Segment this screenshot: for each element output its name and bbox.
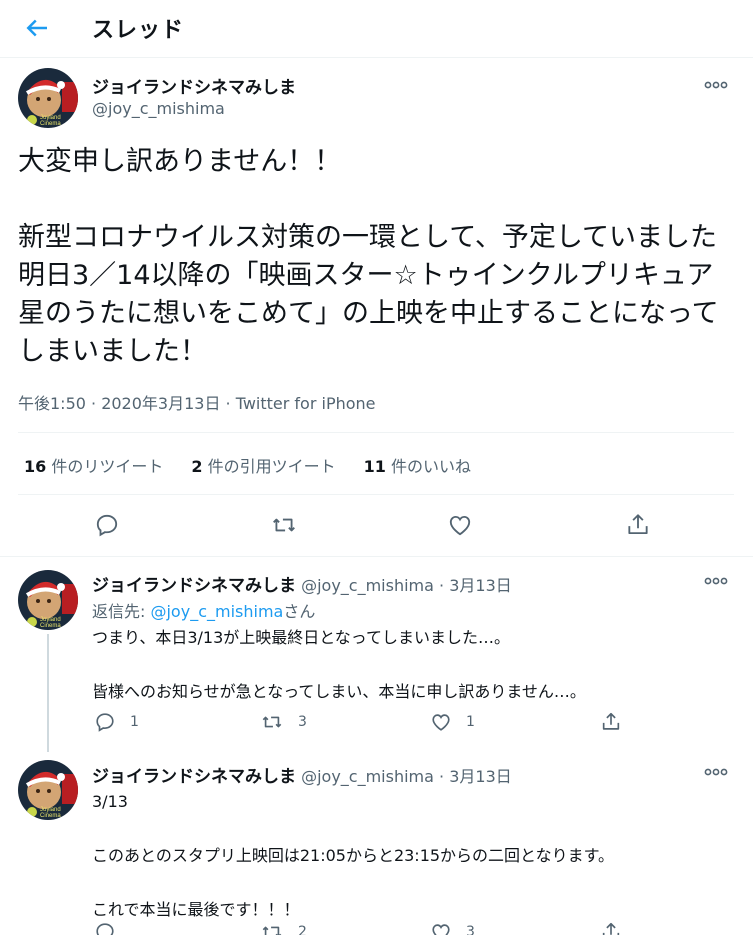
engagement-stats: 16 件のリツイート 2 件の引用ツイート 11 件のいいね (24, 453, 471, 477)
reply-icon (96, 923, 114, 935)
reply-icon (96, 713, 114, 732)
share-icon (628, 514, 648, 535)
retweet-icon (273, 518, 295, 532)
heart-icon (432, 714, 450, 731)
reply-header: ジョイランドシネマみしま @joy_c_mishima · 3月13日 (92, 576, 512, 596)
author-handle[interactable]: @joy_c_mishima (301, 767, 434, 786)
tweet-text: つまり、本日3/13が上映最終日となってしまいました…。 皆様へのお知らせが急と… (92, 628, 586, 701)
reply-button[interactable]: 1 (94, 711, 139, 733)
back-arrow-icon[interactable] (22, 13, 52, 43)
tweet-date[interactable]: 3月13日 (449, 576, 512, 595)
svg-text:Cinema: Cinema (40, 121, 61, 127)
retweet-button[interactable]: 2 (260, 921, 307, 935)
like-button[interactable]: 3 (430, 921, 475, 935)
thread-connector (47, 634, 49, 752)
reply-count: 1 (130, 714, 139, 730)
page-title: スレッド (92, 18, 185, 43)
thread-header: スレッド (0, 0, 753, 58)
retweet-icon (262, 926, 282, 935)
divider (18, 432, 734, 433)
avatar[interactable]: Joyland Cinema (18, 570, 78, 630)
reply-to-link[interactable]: @joy_c_mishima (150, 602, 283, 621)
avatar[interactable]: Joyland Cinema (18, 68, 78, 128)
avatar[interactable]: Joyland Cinema (18, 760, 78, 820)
reply-to: 返信先: @joy_c_mishimaさん (92, 602, 316, 621)
retweet-button[interactable] (270, 512, 298, 538)
reply-icon (96, 514, 118, 537)
reply-button[interactable] (94, 921, 130, 935)
divider (18, 494, 734, 495)
share-icon (602, 922, 620, 935)
retweet-count: 3 (298, 714, 307, 730)
reply-header: ジョイランドシネマみしま @joy_c_mishima · 3月13日 (92, 767, 512, 787)
share-button[interactable] (600, 711, 622, 733)
author-name[interactable]: ジョイランドシネマみしま (92, 767, 296, 787)
retweets-stat[interactable]: 16 件のリツイート (24, 453, 163, 477)
more-options-icon[interactable] (704, 78, 728, 92)
quotes-stat[interactable]: 2 件の引用ツイート (191, 453, 335, 477)
likes-stat[interactable]: 11 件のいいね (364, 453, 471, 477)
retweet-count: 2 (298, 924, 307, 935)
like-count: 1 (466, 714, 475, 730)
tweet-text: 3/13 このあとのスタプリ上映回は21:05からと23:15からの二回となりま… (92, 792, 614, 919)
more-options-icon[interactable] (704, 765, 728, 779)
author-handle[interactable]: @joy_c_mishima (92, 99, 225, 118)
retweet-button[interactable]: 3 (260, 711, 307, 733)
tweet-text: 大変申し訳ありません！！ 新型コロナウイルス対策の一環として、予定していました明… (18, 146, 719, 367)
more-options-icon[interactable] (704, 574, 728, 588)
tweet-date[interactable]: 3月13日 (449, 767, 512, 786)
tweet-timestamp[interactable]: 午後1:50 · 2020年3月13日 · Twitter for iPhone (18, 390, 376, 414)
like-count: 3 (466, 924, 475, 935)
author-handle[interactable]: @joy_c_mishima (301, 576, 434, 595)
heart-icon (449, 515, 471, 536)
heart-icon (432, 924, 450, 935)
author-name[interactable]: ジョイランドシネマみしま (92, 73, 296, 98)
retweet-icon (262, 716, 282, 728)
like-button[interactable] (447, 512, 473, 538)
share-button[interactable] (625, 512, 651, 538)
svg-text:Cinema: Cinema (40, 623, 61, 629)
divider (0, 556, 753, 557)
like-button[interactable]: 1 (430, 711, 475, 733)
author-name[interactable]: ジョイランドシネマみしま (92, 576, 296, 596)
reply-button[interactable] (94, 512, 120, 538)
share-icon (602, 712, 620, 730)
svg-text:Cinema: Cinema (40, 813, 61, 819)
share-button[interactable] (600, 921, 622, 935)
